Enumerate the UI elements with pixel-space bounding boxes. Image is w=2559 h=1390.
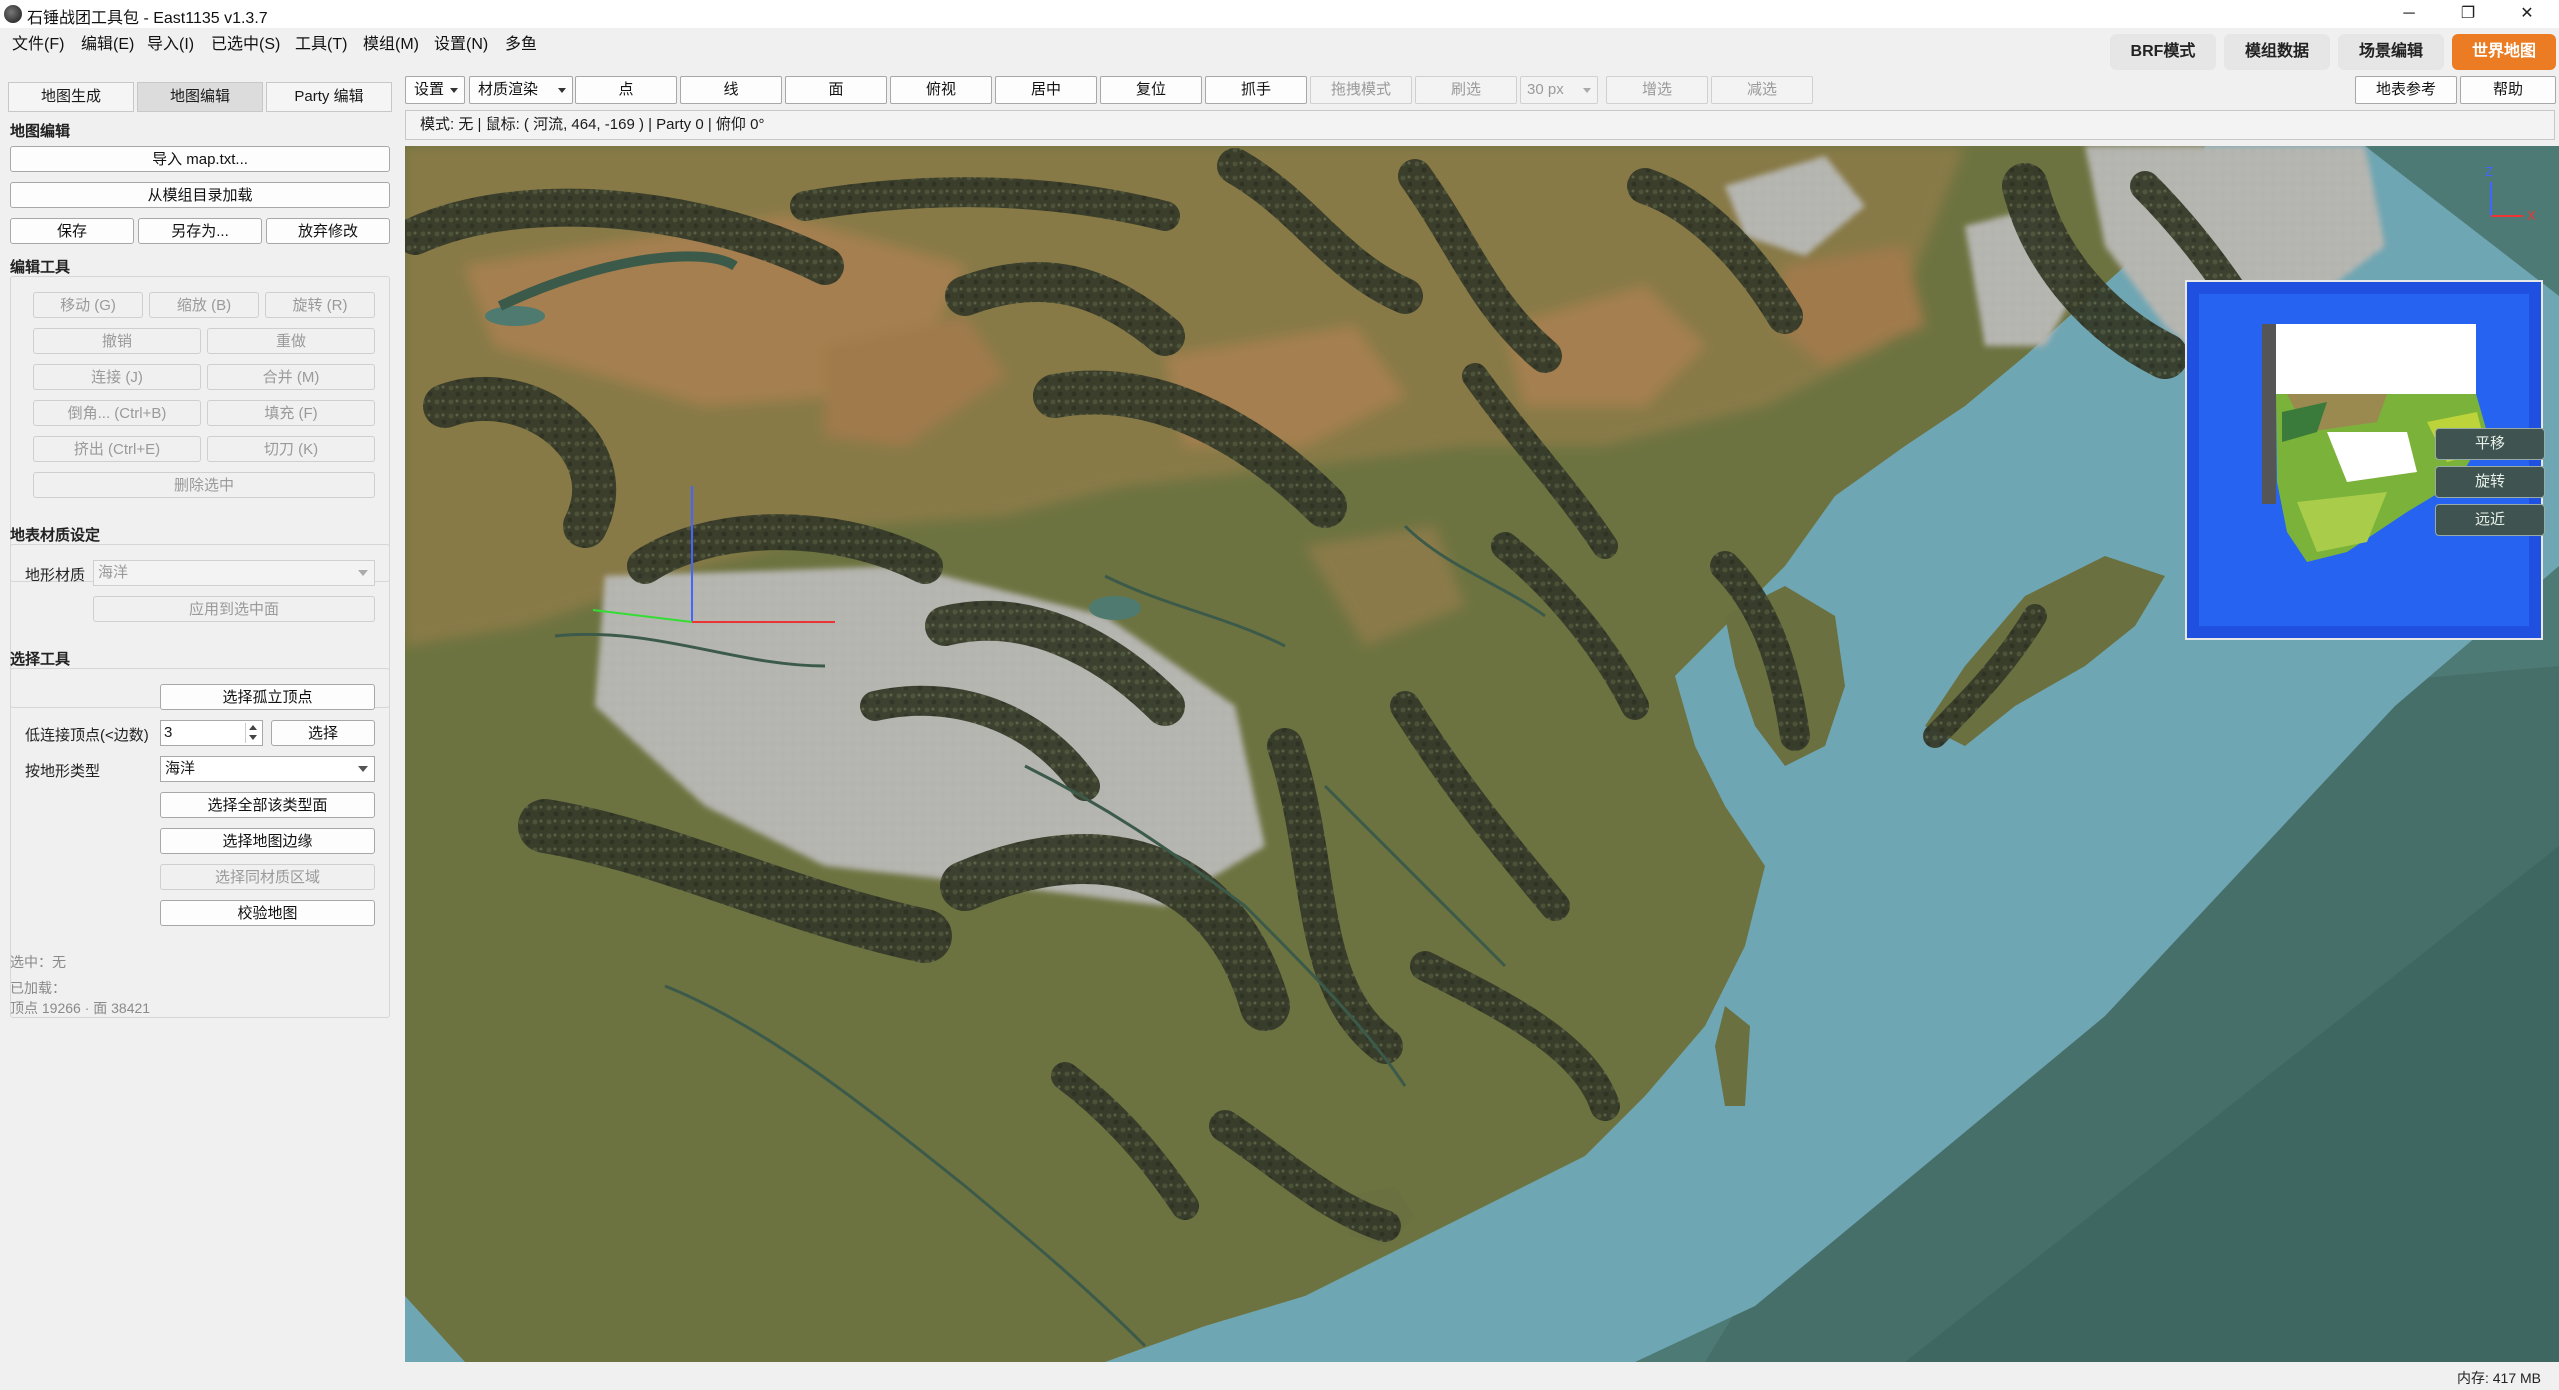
status-line: 模式: 无 | 鼠标: ( 河流, 464, -169 ) | Party 0 … — [405, 110, 2555, 140]
brush-size-value: 30 px — [1527, 81, 1564, 98]
minimap-render — [2187, 282, 2541, 638]
select-tools-heading: 选择工具 — [10, 651, 71, 668]
chevron-down-icon — [1583, 88, 1591, 93]
by-terrain-type-label: 按地形类型 — [25, 763, 101, 780]
add-select-button[interactable]: 增选 — [1606, 76, 1708, 104]
fill-button[interactable]: 填充 (F) — [207, 400, 375, 426]
reset-view-button[interactable]: 复位 — [1100, 76, 1202, 104]
settings-dropdown[interactable]: 设置 — [405, 76, 465, 104]
select-low-connect-button[interactable]: 选择 — [271, 720, 375, 746]
tab-map-edit[interactable]: 地图编辑 — [137, 82, 263, 112]
save-as-button[interactable]: 另存为... — [138, 218, 262, 244]
app-icon — [4, 5, 22, 23]
minimize-button[interactable]: ─ — [2386, 0, 2432, 28]
axis-z-label: Z — [2485, 164, 2493, 179]
save-button[interactable]: 保存 — [10, 218, 134, 244]
select-same-region-button[interactable]: 选择同材质区域 — [160, 864, 375, 890]
rotate-button[interactable]: 旋转 (R) — [265, 292, 375, 318]
loaded-info: 已加载： — [10, 980, 66, 996]
spin-arrows-icon[interactable] — [245, 723, 260, 743]
select-map-border-button[interactable]: 选择地图边缘 — [160, 828, 375, 854]
undo-button[interactable]: 撤销 — [33, 328, 201, 354]
top-view-button[interactable]: 俯视 — [890, 76, 992, 104]
material-render-dropdown[interactable]: 材质渲染 — [469, 76, 573, 104]
import-map-button[interactable]: 导入 map.txt... — [10, 146, 390, 172]
menu-selected[interactable]: 已选中(S) — [211, 30, 280, 54]
load-from-module-button[interactable]: 从模组目录加载 — [10, 182, 390, 208]
select-isolated-button[interactable]: 选择孤立顶点 — [160, 684, 375, 710]
axis-x-label: X — [2527, 208, 2536, 223]
rotate-view-button[interactable]: 旋转 — [2435, 466, 2545, 498]
chevron-down-icon — [450, 88, 458, 93]
brush-size-dropdown[interactable]: 30 px — [1520, 76, 1598, 104]
left-panel: 地图生成 地图编辑 Party 编辑 地图编辑 导入 map.txt... 从模… — [0, 76, 395, 1376]
menu-tools[interactable]: 工具(T) — [295, 30, 347, 54]
selection-info: 选中：无 — [10, 954, 66, 970]
maximize-button[interactable]: ❐ — [2445, 0, 2491, 28]
menu-import[interactable]: 导入(I) — [147, 30, 194, 54]
point-mode-button[interactable]: 点 — [575, 76, 677, 104]
edit-tools-heading: 编辑工具 — [10, 259, 71, 276]
terrain-type-select[interactable]: 海洋 — [160, 756, 375, 782]
map-edit-heading: 地图编辑 — [10, 123, 71, 140]
extrude-button[interactable]: 挤出 (Ctrl+E) — [33, 436, 201, 462]
low-connect-value: 3 — [164, 724, 173, 741]
menu-module[interactable]: 模组(M) — [363, 30, 419, 54]
vertex-face-counts: 顶点 19266 · 面 38421 — [10, 1000, 151, 1016]
terrain-material-select[interactable]: 海洋 — [93, 560, 375, 586]
chevron-down-icon — [358, 570, 368, 576]
delete-selected-button[interactable]: 删除选中 — [33, 472, 375, 498]
subtract-select-button[interactable]: 减选 — [1711, 76, 1813, 104]
menu-duoyu[interactable]: 多鱼 — [505, 30, 537, 54]
face-mode-button[interactable]: 面 — [785, 76, 887, 104]
discard-changes-button[interactable]: 放弃修改 — [266, 218, 390, 244]
brf-mode-button[interactable]: BRF模式 — [2110, 34, 2216, 70]
move-button[interactable]: 移动 (G) — [33, 292, 143, 318]
pan-button[interactable]: 平移 — [2435, 428, 2545, 460]
brush-select-button[interactable]: 刷选 — [1415, 76, 1517, 104]
menu-bar: 文件(F) 编辑(E) 导入(I) 已选中(S) 工具(T) 模组(M) 设置(… — [0, 28, 1200, 56]
material-render-label: 材质渲染 — [478, 81, 539, 98]
low-connect-spinbox[interactable]: 3 — [160, 720, 263, 746]
chevron-down-icon — [558, 88, 566, 93]
line-mode-button[interactable]: 线 — [680, 76, 782, 104]
world-map-button[interactable]: 世界地图 — [2452, 34, 2556, 70]
grab-button[interactable]: 抓手 — [1205, 76, 1307, 104]
drag-mode-button[interactable]: 拖拽模式 — [1310, 76, 1412, 104]
scene-edit-button[interactable]: 场景编辑 — [2338, 34, 2444, 70]
minimap[interactable] — [2185, 280, 2543, 640]
terrain-material-label: 地形材质 — [25, 567, 86, 584]
surface-material-heading: 地表材质设定 — [10, 527, 101, 544]
knife-button[interactable]: 切刀 (K) — [207, 436, 375, 462]
memory-usage: 内存: 417 MB — [2456, 1370, 2541, 1386]
module-data-button[interactable]: 模组数据 — [2224, 34, 2330, 70]
menu-file[interactable]: 文件(F) — [12, 30, 64, 54]
low-connect-label: 低连接顶点(<边数) — [25, 727, 149, 744]
menu-settings[interactable]: 设置(N) — [434, 30, 488, 54]
menu-edit[interactable]: 编辑(E) — [81, 30, 134, 54]
tab-map-generate[interactable]: 地图生成 — [8, 82, 134, 112]
bevel-button[interactable]: 倒角... (Ctrl+B) — [33, 400, 201, 426]
close-button[interactable]: ✕ — [2504, 0, 2550, 28]
help-button[interactable]: 帮助 — [2460, 76, 2556, 104]
center-button[interactable]: 居中 — [995, 76, 1097, 104]
window-title: 石锤战团工具包 - East1135 v1.3.7 — [27, 10, 268, 27]
title-bar: 石锤战团工具包 - East1135 v1.3.7 ─ ❐ ✕ — [0, 0, 2559, 28]
terrain-type-value: 海洋 — [165, 760, 196, 777]
terrain-material-value: 海洋 — [98, 564, 129, 581]
scale-button[interactable]: 缩放 (B) — [149, 292, 259, 318]
zoom-button[interactable]: 远近 — [2435, 504, 2545, 536]
tab-party-edit[interactable]: Party 编辑 — [266, 82, 392, 112]
connect-button[interactable]: 连接 (J) — [33, 364, 201, 390]
merge-button[interactable]: 合并 (M) — [207, 364, 375, 390]
apply-to-selected-button[interactable]: 应用到选中面 — [93, 596, 375, 622]
map-viewport[interactable]: Z X 平移 旋转 远近 — [405, 146, 2559, 1362]
surface-reference-button[interactable]: 地表参考 — [2355, 76, 2457, 104]
viewport-toolbar: 设置 材质渲染 点 线 面 俯视 居中 复位 抓手 拖拽模式 刷选 30 px … — [405, 76, 2559, 106]
select-all-type-button[interactable]: 选择全部该类型面 — [160, 792, 375, 818]
validate-map-button[interactable]: 校验地图 — [160, 900, 375, 926]
redo-button[interactable]: 重做 — [207, 328, 375, 354]
chevron-down-icon — [358, 766, 368, 772]
settings-label: 设置 — [414, 81, 445, 98]
